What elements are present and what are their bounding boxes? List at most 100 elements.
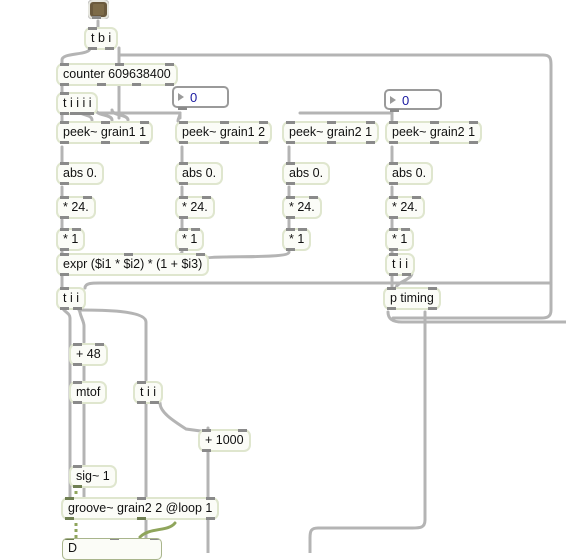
object-abs-2[interactable]: abs 0. [174, 162, 224, 185]
outlet-1[interactable] [429, 141, 439, 144]
outlet-1[interactable] [401, 273, 411, 276]
object-trigger-i-i-mid[interactable]: t i i [133, 381, 163, 404]
object-counter[interactable]: counter 609638400 [56, 63, 178, 86]
inlet-0[interactable] [387, 287, 396, 290]
patcher-canvas[interactable]: t b i counter 609638400 t i i i i 0 0 pe… [0, 0, 566, 560]
outlet-0[interactable] [387, 307, 396, 310]
object-trigger-b-i[interactable]: t b i [83, 27, 119, 50]
inlet-1[interactable] [401, 228, 411, 231]
inlet-2[interactable] [469, 121, 479, 124]
inlet-1[interactable] [326, 121, 336, 124]
outlet-1[interactable] [105, 47, 115, 50]
inlet-0[interactable] [286, 228, 295, 231]
outlet-1[interactable] [96, 83, 106, 86]
object-p-timing[interactable]: p timing [383, 287, 441, 310]
inlet-2[interactable] [150, 539, 159, 540]
inlet-0[interactable] [179, 121, 188, 124]
signal-inlet-0[interactable] [65, 497, 74, 500]
outlet-2[interactable] [469, 141, 479, 144]
inlet-0[interactable] [60, 228, 69, 231]
inlet-1[interactable] [82, 196, 92, 199]
outlet-0[interactable] [137, 401, 146, 404]
object-groove[interactable]: groove~ grain2 2 @loop 1 [60, 497, 220, 520]
inlet-1[interactable] [411, 196, 421, 199]
outlet[interactable] [60, 182, 69, 185]
outlet[interactable] [202, 449, 211, 452]
inlet[interactable] [60, 287, 69, 290]
outlet[interactable] [389, 248, 398, 251]
outlet[interactable] [178, 107, 187, 110]
outlet[interactable] [60, 248, 69, 251]
number-box-right[interactable]: 0 [384, 89, 442, 112]
outlet[interactable] [92, 16, 101, 19]
inlet-0[interactable] [179, 228, 188, 231]
object-mul1-2[interactable]: * 1 [174, 228, 205, 251]
inlet-1[interactable] [219, 121, 229, 124]
inlet-1[interactable] [72, 228, 82, 231]
inlet-1[interactable] [94, 343, 104, 346]
inlet[interactable] [389, 253, 398, 256]
outlet-1[interactable] [100, 141, 110, 144]
inlet[interactable] [60, 162, 69, 165]
outlet-2[interactable] [140, 141, 150, 144]
inlet-0[interactable] [286, 196, 295, 199]
outlet-1[interactable] [219, 141, 229, 144]
object-mul24-3[interactable]: * 24. [282, 196, 322, 219]
signal-outlet-1[interactable] [137, 517, 147, 520]
inlet-0[interactable] [286, 121, 295, 124]
inlet-2[interactable] [366, 121, 376, 124]
object-peek-grain2-1b[interactable]: peek~ grain2 1 [384, 121, 483, 144]
object-abs-3[interactable]: abs 0. [281, 162, 331, 185]
outlet-1[interactable] [427, 307, 437, 310]
outlet-1[interactable] [326, 141, 336, 144]
inlet-1[interactable] [191, 228, 201, 231]
inlet-2[interactable] [206, 497, 216, 500]
inlet-0[interactable] [60, 121, 69, 124]
object-mul1-3[interactable]: * 1 [281, 228, 312, 251]
object-peek-grain1-2[interactable]: peek~ grain1 2 [174, 121, 273, 144]
inlet-2[interactable] [259, 121, 269, 124]
object-peek-grain2-1a[interactable]: peek~ grain2 1 [281, 121, 380, 144]
inlet-0[interactable] [389, 121, 398, 124]
object-mul24-4[interactable]: * 24. [385, 196, 425, 219]
outlet[interactable] [60, 216, 69, 219]
toggle-button[interactable] [88, 0, 109, 19]
inlet-1[interactable] [429, 121, 439, 124]
inlet-2[interactable] [140, 121, 150, 124]
outlet[interactable] [73, 363, 82, 366]
inlet-0[interactable] [389, 196, 398, 199]
outlet[interactable] [179, 216, 188, 219]
object-clipped-bottom[interactable]: D [62, 538, 162, 560]
inlet-2[interactable] [196, 253, 206, 256]
outlet-0[interactable] [389, 273, 398, 276]
outlet-0[interactable] [88, 47, 97, 50]
outlet[interactable] [60, 273, 69, 276]
object-add-48[interactable]: + 48 [69, 343, 108, 366]
object-trigger-i-i-i-i[interactable]: t i i i i [55, 92, 99, 115]
signal-outlet[interactable] [73, 485, 82, 488]
object-expr[interactable]: expr ($i1 * $i2) * (1 + $i3) [55, 253, 210, 276]
inlet[interactable] [389, 162, 398, 165]
object-trigger-i-i-left[interactable]: t i i [56, 287, 86, 310]
inlet[interactable] [73, 465, 82, 468]
object-abs-1[interactable]: abs 0. [55, 162, 105, 185]
outlet-0[interactable] [179, 141, 188, 144]
outlet-2[interactable] [206, 517, 216, 520]
outlet-2[interactable] [366, 141, 376, 144]
outlet[interactable] [179, 182, 188, 185]
outlet-0[interactable] [60, 83, 69, 86]
inlet-2[interactable] [164, 63, 174, 66]
inlet-1[interactable] [137, 497, 147, 500]
inlet-1[interactable] [427, 287, 437, 290]
outlet[interactable] [286, 216, 295, 219]
inlet-0[interactable] [60, 253, 69, 256]
inlet-1[interactable] [110, 539, 120, 540]
inlet[interactable] [286, 162, 295, 165]
object-mul24-2[interactable]: * 24. [175, 196, 215, 219]
outlet-3[interactable] [85, 112, 95, 115]
inlet[interactable] [179, 162, 188, 165]
outlet[interactable] [389, 216, 398, 219]
outlet-0[interactable] [60, 307, 69, 310]
outlet-2[interactable] [132, 83, 142, 86]
object-peek-grain1-1[interactable]: peek~ grain1 1 [55, 121, 154, 144]
